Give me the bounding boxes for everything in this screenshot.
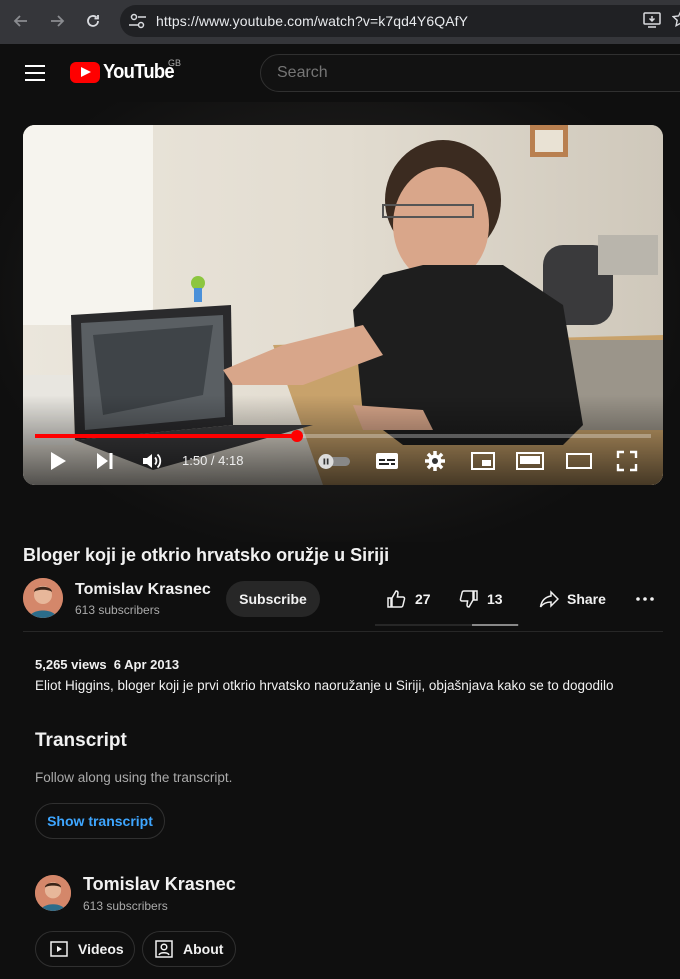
- search-input[interactable]: [277, 64, 657, 82]
- videos-button[interactable]: Videos: [35, 931, 135, 967]
- share-button[interactable]: Share: [539, 581, 606, 617]
- address-bar[interactable]: https://www.youtube.com/watch?v=k7qd4Y6Q…: [120, 5, 680, 37]
- video-title: Bloger koji je otkrio hrvatsko oružje u …: [23, 545, 390, 565]
- progress-bar[interactable]: [35, 430, 651, 442]
- channel-avatar[interactable]: [23, 578, 63, 618]
- dislike-button[interactable]: 13: [459, 581, 503, 617]
- search-box[interactable]: [260, 54, 680, 92]
- play-icon: [51, 452, 66, 470]
- progress-played: [35, 434, 298, 438]
- share-icon: [539, 590, 559, 608]
- fullscreen-icon: [616, 450, 638, 472]
- autoplay-toggle[interactable]: [315, 447, 353, 475]
- miniplayer-button[interactable]: [469, 447, 497, 475]
- theater-mode-button[interactable]: [515, 447, 545, 475]
- channel-card-subscribers: 613 subscribers: [83, 899, 168, 913]
- autoplay-pause-icon: [318, 454, 350, 469]
- mute-button[interactable]: [139, 447, 165, 475]
- hamburger-menu-icon[interactable]: [24, 64, 46, 82]
- share-label: Share: [567, 591, 606, 607]
- description-text: Eliot Higgins, bloger koji je prvi otkri…: [35, 678, 614, 693]
- skip-next-icon: [97, 453, 113, 469]
- like-count: 27: [415, 591, 431, 607]
- fullscreen-button[interactable]: [613, 447, 641, 475]
- subscribe-button[interactable]: Subscribe: [226, 581, 320, 617]
- gear-icon: [425, 451, 445, 471]
- settings-button[interactable]: [421, 447, 449, 475]
- channel-card-name[interactable]: Tomislav Krasnec: [83, 874, 236, 895]
- avatar-image: [35, 875, 71, 911]
- thumbs-up-icon: [387, 590, 406, 608]
- actions-underline-active: [472, 624, 518, 626]
- time-display: 1:50 / 4:18: [182, 453, 244, 468]
- site-settings-icon[interactable]: [128, 12, 148, 30]
- volume-icon: [143, 453, 162, 469]
- url-text: https://www.youtube.com/watch?v=k7qd4Y6Q…: [156, 13, 469, 29]
- avatar-image: [23, 578, 63, 618]
- miniplayer-icon: [471, 452, 495, 470]
- browser-toolbar: https://www.youtube.com/watch?v=k7qd4Y6Q…: [0, 0, 680, 44]
- arrow-left-icon: [13, 15, 27, 27]
- tv-icon: [566, 453, 592, 469]
- dislike-count: 13: [487, 591, 503, 607]
- theater-mode-icon: [516, 452, 544, 470]
- channel-card-avatar[interactable]: [35, 875, 71, 911]
- back-button[interactable]: [8, 8, 34, 34]
- youtube-play-logo-icon: [70, 61, 100, 83]
- more-actions-button[interactable]: [636, 581, 654, 617]
- about-button[interactable]: About: [142, 931, 236, 967]
- views-and-date: 5,265 views 6 Apr 2013: [35, 657, 180, 672]
- transcript-subtitle: Follow along using the transcript.: [35, 770, 233, 785]
- region-code: GB: [168, 58, 182, 68]
- arrow-right-icon: [51, 15, 65, 27]
- show-transcript-button[interactable]: Show transcript: [35, 803, 165, 839]
- bookmark-star-icon[interactable]: [672, 10, 680, 28]
- video-play-icon: [50, 941, 68, 957]
- install-app-icon[interactable]: [642, 10, 662, 30]
- videos-label: Videos: [78, 941, 124, 957]
- play-button[interactable]: [45, 447, 71, 475]
- more-horizontal-icon: [636, 597, 654, 601]
- person-box-icon: [155, 940, 173, 958]
- youtube-logo[interactable]: YouTube: [70, 60, 180, 84]
- next-button[interactable]: [93, 447, 117, 475]
- subtitles-button[interactable]: [373, 447, 401, 475]
- like-button[interactable]: 27: [386, 581, 431, 617]
- tv-cast-button[interactable]: [564, 447, 594, 475]
- subtitles-icon: [376, 453, 398, 469]
- divider: [23, 631, 663, 632]
- youtube-header: YouTube GB: [0, 44, 680, 102]
- channel-name[interactable]: Tomislav Krasnec: [75, 581, 211, 599]
- forward-button[interactable]: [44, 8, 70, 34]
- about-label: About: [183, 941, 224, 957]
- reload-icon: [87, 15, 99, 27]
- logo-text: YouTube: [103, 60, 175, 83]
- thumbs-down-icon: [459, 590, 478, 608]
- transcript-heading: Transcript: [35, 730, 127, 751]
- subscriber-count: 613 subscribers: [75, 603, 160, 617]
- video-player[interactable]: 1:50 / 4:18: [23, 125, 663, 485]
- reload-button[interactable]: [80, 8, 106, 34]
